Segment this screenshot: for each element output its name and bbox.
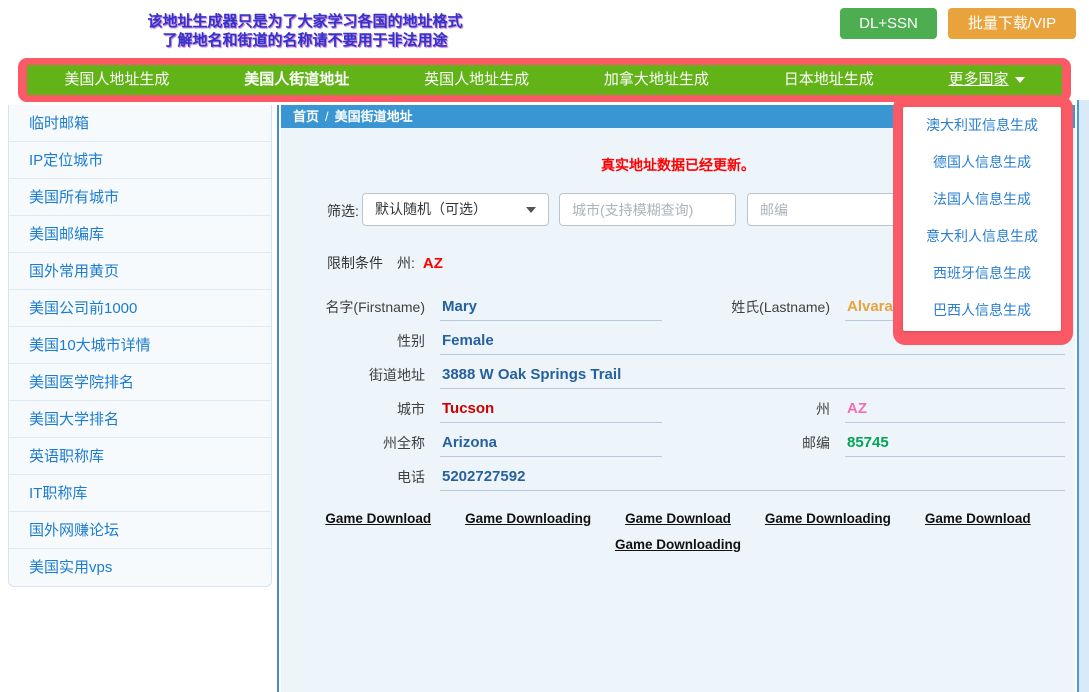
sidebar-item-us-cities[interactable]: 美国所有城市 (9, 179, 271, 216)
dropdown-item-spain[interactable]: 西班牙信息生成 (903, 255, 1061, 292)
filter-random-select[interactable]: 默认随机（可选） (362, 193, 549, 226)
sidebar-item-it-titles[interactable]: IT职称库 (9, 475, 271, 512)
tab-more-countries[interactable]: 更多国家 (949, 65, 1025, 95)
disclaimer-line1: 该地址生成器只是为了大家学习各国的地址格式 (50, 12, 560, 31)
street-label: 街道地址 (281, 365, 425, 385)
form-row-statefull-zip: 州全称 Arizona 邮编 85745 (281, 429, 1075, 459)
more-countries-dropdown: 澳大利亚信息生成 德国人信息生成 法国人信息生成 意大利人信息生成 西班牙信息生… (903, 107, 1061, 331)
sidebar-item-ip-city[interactable]: IP定位城市 (9, 142, 271, 179)
street-value: 3888 W Oak Springs Trail (440, 361, 1065, 389)
game-download-link[interactable]: Game Download (625, 511, 731, 526)
phone-value: 5202727592 (440, 463, 1065, 491)
batch-download-vip-button[interactable]: 批量下载/VIP (948, 8, 1076, 39)
game-download-link[interactable]: Game Download (925, 511, 1031, 526)
game-links-row-1: Game Download Game Downloading Game Down… (281, 511, 1075, 526)
dropdown-item-brazil[interactable]: 巴西人信息生成 (903, 292, 1061, 329)
gender-label: 性别 (281, 331, 425, 351)
game-links-row-2: Game Downloading (281, 537, 1075, 552)
dl-ssn-button[interactable]: DL+SSN (840, 8, 937, 39)
breadcrumb-home-link[interactable]: 首页 (293, 109, 319, 124)
sidebar: 临时邮箱 IP定位城市 美国所有城市 美国邮编库 国外常用黄页 美国公司前100… (8, 105, 272, 587)
state-label: 州 (710, 399, 830, 419)
city-value: Tucson (440, 395, 662, 423)
dropdown-item-italy[interactable]: 意大利人信息生成 (903, 218, 1061, 255)
select-chevron-icon (526, 207, 536, 213)
sidebar-divider (277, 105, 279, 692)
breadcrumb-separator: / (319, 109, 335, 124)
game-download-link[interactable]: Game Download (325, 511, 431, 526)
chevron-down-icon (1015, 77, 1025, 83)
sidebar-item-forums[interactable]: 国外网赚论坛 (9, 512, 271, 549)
sidebar-item-top1000-companies[interactable]: 美国公司前1000 (9, 290, 271, 327)
sidebar-item-yellow-pages[interactable]: 国外常用黄页 (9, 253, 271, 290)
firstname-label: 名字(Firstname) (281, 297, 425, 317)
game-download-link[interactable]: Game Downloading (465, 511, 591, 526)
phone-label: 电话 (281, 467, 425, 487)
tab-canada-address[interactable]: 加拿大地址生成 (604, 65, 709, 95)
zip-value: 85745 (845, 429, 1065, 457)
dropdown-highlight-annotation: 澳大利亚信息生成 德国人信息生成 法国人信息生成 意大利人信息生成 西班牙信息生… (893, 96, 1073, 345)
city-label: 城市 (281, 399, 425, 419)
tab-japan-address[interactable]: 日本地址生成 (784, 65, 874, 95)
sidebar-item-university-ranking[interactable]: 美国大学排名 (9, 401, 271, 438)
dropdown-item-france[interactable]: 法国人信息生成 (903, 181, 1061, 218)
form-row-phone: 电话 5202727592 (281, 463, 1075, 493)
disclaimer-line2: 了解地名和街道的名称请不要用于非法用途 (50, 31, 560, 50)
firstname-value: Mary (440, 293, 662, 321)
state-value: AZ (845, 395, 1065, 423)
sidebar-item-english-titles[interactable]: 英语职称库 (9, 438, 271, 475)
sidebar-item-temp-email[interactable]: 临时邮箱 (9, 105, 271, 142)
tab-more-countries-label: 更多国家 (949, 71, 1009, 88)
filter-label: 筛选: (327, 201, 359, 221)
sidebar-item-us-vps[interactable]: 美国实用vps (9, 549, 271, 586)
right-edge-strip (1077, 100, 1089, 692)
game-download-link[interactable]: Game Downloading (615, 537, 741, 552)
filter-random-select-value: 默认随机（可选） (375, 201, 487, 217)
tab-us-street-address[interactable]: 美国人街道地址 (244, 65, 349, 95)
sidebar-item-us-zipcodes[interactable]: 美国邮编库 (9, 216, 271, 253)
state-full-value: Arizona (440, 429, 662, 457)
navbar: 美国人地址生成 美国人街道地址 英国人地址生成 加拿大地址生成 日本地址生成 更… (27, 65, 1062, 95)
state-full-label: 州全称 (281, 433, 425, 453)
constraint-row: 限制条件州: AZ (327, 253, 443, 273)
city-search-input[interactable] (559, 193, 736, 226)
lastname-label: 姓氏(Lastname) (710, 297, 830, 317)
dropdown-item-germany[interactable]: 德国人信息生成 (903, 144, 1061, 181)
sidebar-item-top10-cities[interactable]: 美国10大城市详情 (9, 327, 271, 364)
tab-uk-address[interactable]: 英国人地址生成 (424, 65, 529, 95)
zip-label: 邮编 (710, 433, 830, 453)
disclaimer-text: 该地址生成器只是为了大家学习各国的地址格式 了解地名和街道的名称请不要用于非法用… (50, 12, 560, 50)
form-row-city-state: 城市 Tucson 州 AZ (281, 395, 1075, 425)
sidebar-item-medical-schools[interactable]: 美国医学院排名 (9, 364, 271, 401)
game-download-link[interactable]: Game Downloading (765, 511, 891, 526)
constraint-label: 限制条件 (327, 255, 383, 271)
constraint-value: AZ (423, 255, 443, 272)
tab-us-address[interactable]: 美国人地址生成 (64, 65, 169, 95)
dropdown-item-australia[interactable]: 澳大利亚信息生成 (903, 107, 1061, 144)
form-row-street: 街道地址 3888 W Oak Springs Trail (281, 361, 1075, 391)
breadcrumb-current: 美国街道地址 (335, 109, 413, 124)
page: 该地址生成器只是为了大家学习各国的地址格式 了解地名和街道的名称请不要用于非法用… (0, 0, 1089, 692)
constraint-field: 州: (397, 255, 415, 271)
